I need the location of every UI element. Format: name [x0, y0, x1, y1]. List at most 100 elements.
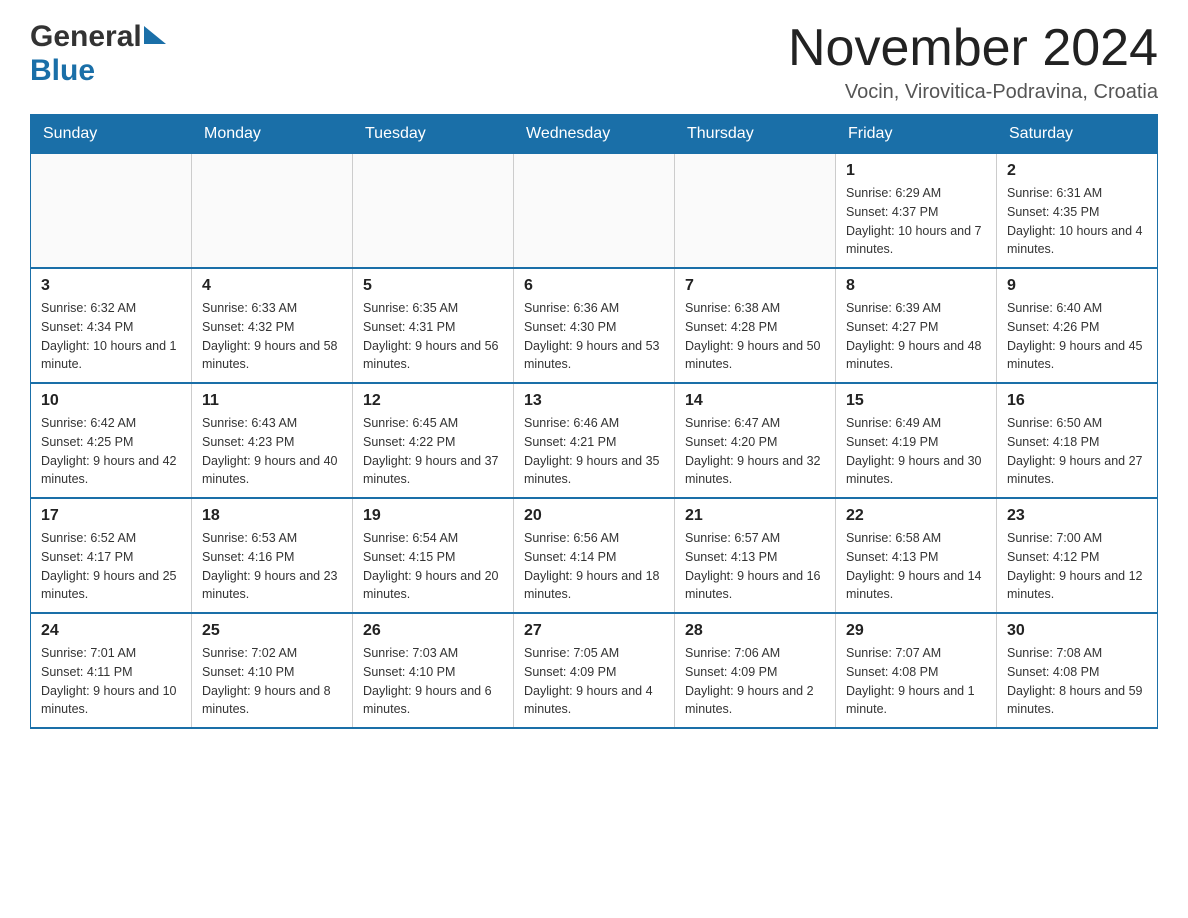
calendar-cell: 22 Sunrise: 6:58 AMSunset: 4:13 PMDayligh…	[836, 498, 997, 613]
day-number: 14	[685, 392, 825, 410]
calendar-cell: 28 Sunrise: 7:06 AMSunset: 4:09 PMDayligh…	[675, 613, 836, 728]
day-info: Sunrise: 7:02 AMSunset: 4:10 PMDaylight:…	[202, 644, 342, 719]
day-info: Sunrise: 6:40 AMSunset: 4:26 PMDaylight:…	[1007, 299, 1147, 374]
calendar-cell: 3Sunrise: 6:32 AMSunset: 4:34 PMDaylight…	[31, 268, 192, 383]
calendar-week-4: 17 Sunrise: 6:52 AMSunset: 4:17 PMDayligh…	[31, 498, 1158, 613]
day-number: 28	[685, 622, 825, 640]
day-info: Sunrise: 6:39 AMSunset: 4:27 PMDaylight:…	[846, 299, 986, 374]
calendar-cell: 13Sunrise: 6:46 AMSunset: 4:21 PMDayligh…	[514, 383, 675, 498]
day-number: 7	[685, 277, 825, 295]
logo-arrow-icon	[144, 26, 166, 44]
calendar-week-2: 3Sunrise: 6:32 AMSunset: 4:34 PMDaylight…	[31, 268, 1158, 383]
day-info: Sunrise: 6:43 AMSunset: 4:23 PMDaylight:…	[202, 414, 342, 489]
day-info: Sunrise: 6:58 AMSunset: 4:13 PMDaylight:…	[846, 529, 986, 604]
day-number: 27	[524, 622, 664, 640]
day-info: Sunrise: 6:49 AMSunset: 4:19 PMDaylight:…	[846, 414, 986, 489]
day-number: 30	[1007, 622, 1147, 640]
calendar-cell: 26 Sunrise: 7:03 AMSunset: 4:10 PMDayligh…	[353, 613, 514, 728]
day-info: Sunrise: 6:52 AMSunset: 4:17 PMDaylight:…	[41, 529, 181, 604]
day-info: Sunrise: 6:53 AMSunset: 4:16 PMDaylight:…	[202, 529, 342, 604]
day-number: 18	[202, 507, 342, 525]
page-header: General Blue November 2024 Vocin, Virovi…	[30, 20, 1158, 104]
day-info: Sunrise: 6:35 AMSunset: 4:31 PMDaylight:…	[363, 299, 503, 374]
calendar-cell: 17 Sunrise: 6:52 AMSunset: 4:17 PMDayligh…	[31, 498, 192, 613]
logo: General Blue	[30, 20, 166, 88]
calendar-cell: 4Sunrise: 6:33 AMSunset: 4:32 PMDaylight…	[192, 268, 353, 383]
day-info: Sunrise: 6:36 AMSunset: 4:30 PMDaylight:…	[524, 299, 664, 374]
calendar-cell	[353, 154, 514, 269]
day-info: Sunrise: 6:56 AMSunset: 4:14 PMDaylight:…	[524, 529, 664, 604]
calendar-header-wednesday: Wednesday	[514, 115, 675, 154]
calendar-cell: 9Sunrise: 6:40 AMSunset: 4:26 PMDaylight…	[997, 268, 1158, 383]
calendar-table: SundayMondayTuesdayWednesdayThursdayFrid…	[30, 114, 1158, 729]
calendar-cell: 21 Sunrise: 6:57 AMSunset: 4:13 PMDayligh…	[675, 498, 836, 613]
day-info: Sunrise: 6:29 AMSunset: 4:37 PMDaylight:…	[846, 184, 986, 259]
calendar-cell: 19 Sunrise: 6:54 AMSunset: 4:15 PMDayligh…	[353, 498, 514, 613]
calendar-cell: 29Sunrise: 7:07 AMSunset: 4:08 PMDayligh…	[836, 613, 997, 728]
month-title: November 2024	[788, 20, 1158, 77]
logo-blue-text: Blue	[30, 54, 95, 87]
calendar-cell	[514, 154, 675, 269]
calendar-cell: 23Sunrise: 7:00 AMSunset: 4:12 PMDayligh…	[997, 498, 1158, 613]
calendar-header-friday: Friday	[836, 115, 997, 154]
day-number: 10	[41, 392, 181, 410]
day-info: Sunrise: 7:05 AMSunset: 4:09 PMDaylight:…	[524, 644, 664, 719]
calendar-cell: 11 Sunrise: 6:43 AMSunset: 4:23 PMDayligh…	[192, 383, 353, 498]
day-number: 29	[846, 622, 986, 640]
location-text: Vocin, Virovitica-Podravina, Croatia	[788, 81, 1158, 104]
day-info: Sunrise: 7:03 AMSunset: 4:10 PMDaylight:…	[363, 644, 503, 719]
calendar-cell: 5Sunrise: 6:35 AMSunset: 4:31 PMDaylight…	[353, 268, 514, 383]
day-number: 1	[846, 162, 986, 180]
day-number: 11	[202, 392, 342, 410]
day-number: 8	[846, 277, 986, 295]
calendar-cell	[675, 154, 836, 269]
calendar-cell: 8 Sunrise: 6:39 AMSunset: 4:27 PMDaylight…	[836, 268, 997, 383]
day-number: 16	[1007, 392, 1147, 410]
calendar-week-5: 24 Sunrise: 7:01 AMSunset: 4:11 PMDayligh…	[31, 613, 1158, 728]
calendar-cell: 27 Sunrise: 7:05 AMSunset: 4:09 PMDayligh…	[514, 613, 675, 728]
day-info: Sunrise: 6:38 AMSunset: 4:28 PMDaylight:…	[685, 299, 825, 374]
day-number: 23	[1007, 507, 1147, 525]
day-number: 15	[846, 392, 986, 410]
day-number: 17	[41, 507, 181, 525]
day-info: Sunrise: 6:47 AMSunset: 4:20 PMDaylight:…	[685, 414, 825, 489]
day-info: Sunrise: 6:54 AMSunset: 4:15 PMDaylight:…	[363, 529, 503, 604]
day-number: 22	[846, 507, 986, 525]
calendar-cell: 2Sunrise: 6:31 AMSunset: 4:35 PMDaylight…	[997, 154, 1158, 269]
calendar-cell: 1 Sunrise: 6:29 AMSunset: 4:37 PMDaylight…	[836, 154, 997, 269]
calendar-header-thursday: Thursday	[675, 115, 836, 154]
calendar-cell: 25 Sunrise: 7:02 AMSunset: 4:10 PMDayligh…	[192, 613, 353, 728]
calendar-cell: 12Sunrise: 6:45 AMSunset: 4:22 PMDayligh…	[353, 383, 514, 498]
calendar-week-1: 1 Sunrise: 6:29 AMSunset: 4:37 PMDaylight…	[31, 154, 1158, 269]
day-info: Sunrise: 6:50 AMSunset: 4:18 PMDaylight:…	[1007, 414, 1147, 489]
calendar-header-monday: Monday	[192, 115, 353, 154]
calendar-header-saturday: Saturday	[997, 115, 1158, 154]
calendar-header-sunday: Sunday	[31, 115, 192, 154]
day-info: Sunrise: 7:01 AMSunset: 4:11 PMDaylight:…	[41, 644, 181, 719]
day-number: 6	[524, 277, 664, 295]
calendar-cell: 30 Sunrise: 7:08 AMSunset: 4:08 PMDayligh…	[997, 613, 1158, 728]
day-info: Sunrise: 6:46 AMSunset: 4:21 PMDaylight:…	[524, 414, 664, 489]
day-info: Sunrise: 7:08 AMSunset: 4:08 PMDaylight:…	[1007, 644, 1147, 719]
day-info: Sunrise: 7:06 AMSunset: 4:09 PMDaylight:…	[685, 644, 825, 719]
calendar-cell: 24 Sunrise: 7:01 AMSunset: 4:11 PMDayligh…	[31, 613, 192, 728]
day-number: 2	[1007, 162, 1147, 180]
day-number: 3	[41, 277, 181, 295]
day-info: Sunrise: 6:57 AMSunset: 4:13 PMDaylight:…	[685, 529, 825, 604]
calendar-header-tuesday: Tuesday	[353, 115, 514, 154]
calendar-cell: 20Sunrise: 6:56 AMSunset: 4:14 PMDayligh…	[514, 498, 675, 613]
calendar-cell: 6 Sunrise: 6:36 AMSunset: 4:30 PMDaylight…	[514, 268, 675, 383]
calendar-cell	[192, 154, 353, 269]
calendar-cell: 15 Sunrise: 6:49 AMSunset: 4:19 PMDayligh…	[836, 383, 997, 498]
day-number: 19	[363, 507, 503, 525]
day-number: 26	[363, 622, 503, 640]
logo-general-text: General	[30, 20, 142, 54]
day-number: 25	[202, 622, 342, 640]
calendar-cell: 10Sunrise: 6:42 AMSunset: 4:25 PMDayligh…	[31, 383, 192, 498]
day-number: 4	[202, 277, 342, 295]
day-number: 21	[685, 507, 825, 525]
day-number: 24	[41, 622, 181, 640]
title-block: November 2024 Vocin, Virovitica-Podravin…	[788, 20, 1158, 104]
calendar-cell: 18 Sunrise: 6:53 AMSunset: 4:16 PMDayligh…	[192, 498, 353, 613]
calendar-cell: 14 Sunrise: 6:47 AMSunset: 4:20 PMDayligh…	[675, 383, 836, 498]
